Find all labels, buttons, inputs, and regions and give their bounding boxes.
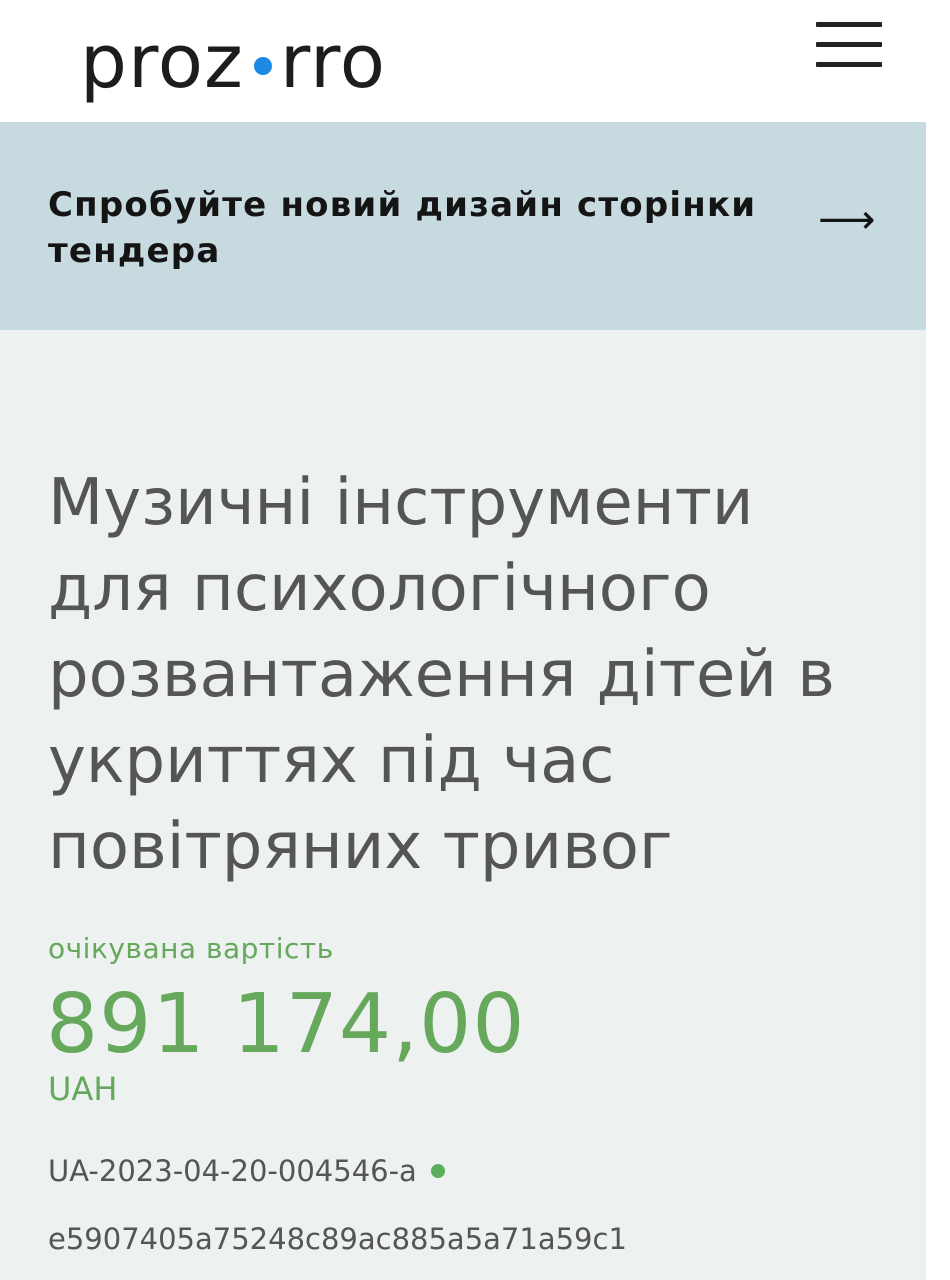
tender-id[interactable]: UA-2023-04-20-004546-a	[48, 1154, 417, 1188]
tender-hash: e5907405a75248c89ac885a5a71a59c1	[48, 1222, 627, 1256]
arrow-right-icon[interactable]: ⟶	[818, 200, 875, 240]
logo-text-left: proz	[80, 19, 244, 105]
logo-dot	[253, 57, 272, 75]
right-gutter	[926, 122, 950, 1280]
logo-text-right: rro	[279, 19, 387, 105]
tender-main: Музичні інструменти для психологічного р…	[0, 330, 926, 1280]
hamburger-menu-icon[interactable]	[812, 18, 884, 70]
menu-bar	[816, 62, 882, 67]
currency-label: UAH	[48, 1070, 118, 1108]
menu-bar	[816, 42, 882, 47]
tender-id-row: UA-2023-04-20-004546-a	[48, 1154, 445, 1188]
expected-value-amount: 891 174,00	[46, 977, 526, 1072]
menu-bar	[816, 22, 882, 27]
site-header: proz rro	[0, 0, 950, 122]
tender-title: Музичні інструменти для психологічного р…	[48, 466, 835, 884]
expected-value-label: очікувана вартість	[48, 932, 334, 965]
status-dot-icon	[430, 1164, 445, 1178]
prozorro-logo[interactable]: proz rro	[80, 14, 386, 110]
new-design-banner[interactable]: Спробуйте новий дизайн сторінки тендера …	[0, 122, 926, 330]
banner-text: Спробуйте новий дизайн сторінки тендера	[48, 185, 757, 271]
